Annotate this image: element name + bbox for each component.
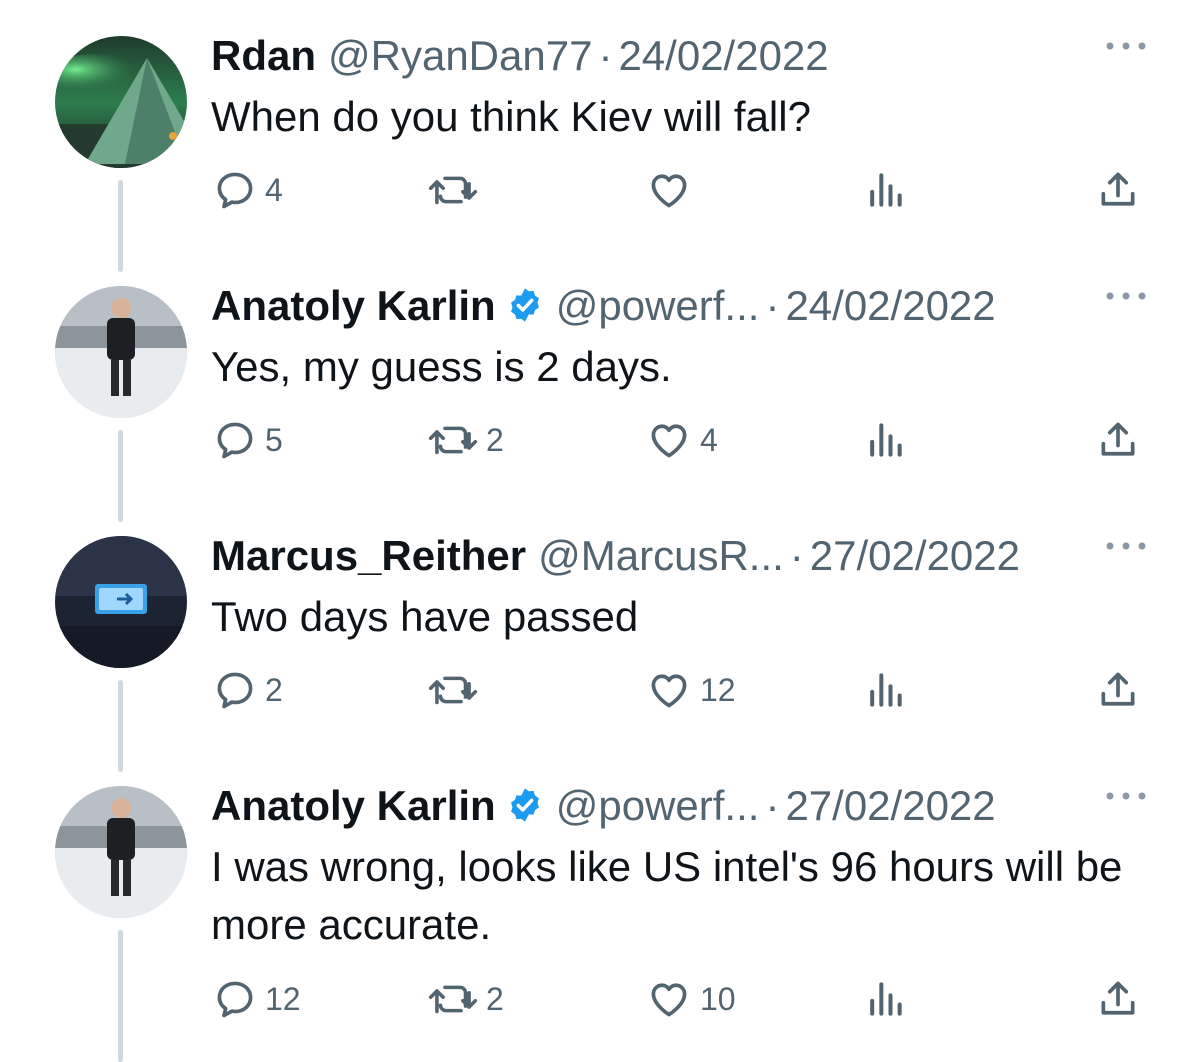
user-handle[interactable]: @powerf... <box>556 282 760 329</box>
tweet-header: Anatoly Karlin @powerf... · 27/02/2022 <box>211 780 996 832</box>
avatar[interactable] <box>55 786 187 918</box>
heart-icon <box>651 674 687 708</box>
share-button[interactable] <box>1096 165 1140 215</box>
tweet-date[interactable]: 27/02/2022 <box>785 782 995 829</box>
exit-sign-photo <box>55 536 187 668</box>
tweet-actions: 5 2 4 <box>0 415 1200 465</box>
more-icon[interactable] <box>1104 536 1148 556</box>
tweet-date[interactable]: 27/02/2022 <box>810 532 1020 579</box>
tweet-actions: 12 2 10 <box>0 974 1200 1024</box>
tweet-date[interactable]: 24/02/2022 <box>618 32 828 79</box>
retweet-count: 2 <box>486 421 504 458</box>
share-icon <box>1101 422 1135 456</box>
views-icon <box>870 173 902 207</box>
views-icon <box>870 423 902 457</box>
retweet-icon <box>428 176 478 205</box>
reply-icon <box>217 172 253 209</box>
reply-count: 4 <box>265 171 283 208</box>
more-icon[interactable] <box>1104 286 1148 306</box>
separator-dot: · <box>765 282 780 329</box>
avatar[interactable] <box>55 536 187 668</box>
reply-icon <box>217 981 253 1018</box>
display-name[interactable]: Marcus_Reither <box>211 532 526 579</box>
man-standing-in-snow-photo <box>55 786 187 918</box>
like-button[interactable] <box>646 165 700 215</box>
retweet-button[interactable] <box>428 165 486 215</box>
retweet-button[interactable]: 2 <box>428 415 504 465</box>
like-button[interactable]: 12 <box>646 665 736 715</box>
tweet-header: Rdan @RyanDan77 · 24/02/2022 <box>211 30 829 82</box>
reply-icon <box>217 672 253 709</box>
share-icon <box>1101 172 1135 206</box>
reply-button[interactable]: 2 <box>213 665 283 715</box>
separator-dot: · <box>789 532 804 579</box>
like-button[interactable]: 4 <box>646 415 718 465</box>
more-icon[interactable] <box>1104 786 1148 806</box>
heart-icon <box>651 174 687 208</box>
more-icon[interactable] <box>1104 36 1148 56</box>
views-button[interactable] <box>866 974 912 1024</box>
share-icon <box>1101 981 1135 1015</box>
like-count: 10 <box>700 980 736 1017</box>
share-button[interactable] <box>1096 415 1140 465</box>
tweet-text: When do you think Kiev will fall? <box>211 93 811 140</box>
tweet-header: Marcus_Reither @MarcusR... · 27/02/2022 <box>211 530 1020 582</box>
aurora-tent-photo <box>55 36 187 168</box>
heart-icon <box>651 424 687 458</box>
views-button[interactable] <box>866 665 912 715</box>
tweet-actions: 2 12 <box>0 665 1200 715</box>
retweet-button[interactable]: 2 <box>428 974 504 1024</box>
man-standing-in-snow-photo <box>55 286 187 418</box>
views-icon <box>870 982 902 1016</box>
reply-count: 5 <box>265 421 283 458</box>
views-icon <box>870 673 902 707</box>
retweet-count: 2 <box>486 980 504 1017</box>
verified-badge-icon[interactable] <box>506 786 544 824</box>
reply-button[interactable]: 5 <box>213 415 283 465</box>
retweet-icon <box>428 985 478 1014</box>
like-count: 12 <box>700 671 736 708</box>
separator-dot: · <box>598 32 613 79</box>
views-button[interactable] <box>866 165 912 215</box>
views-button[interactable] <box>866 415 912 465</box>
tweet-text: Two days have passed <box>211 593 639 640</box>
avatar[interactable] <box>55 36 187 168</box>
separator-dot: · <box>765 782 780 829</box>
heart-icon <box>651 983 687 1017</box>
like-count: 4 <box>700 421 718 458</box>
user-handle[interactable]: @MarcusR... <box>538 532 784 579</box>
like-button[interactable]: 10 <box>646 974 736 1024</box>
reply-button[interactable]: 4 <box>213 165 283 215</box>
display-name[interactable]: Anatoly Karlin <box>211 282 496 329</box>
retweet-icon <box>428 426 478 455</box>
reply-count: 2 <box>265 671 283 708</box>
tweet-text: Yes, my guess is 2 days. <box>211 343 672 390</box>
display-name[interactable]: Anatoly Karlin <box>211 782 496 829</box>
tweet-date[interactable]: 24/02/2022 <box>785 282 995 329</box>
avatar[interactable] <box>55 286 187 418</box>
reply-button[interactable]: 12 <box>213 974 301 1024</box>
verified-badge-icon[interactable] <box>506 286 544 324</box>
share-button[interactable] <box>1096 665 1140 715</box>
share-button[interactable] <box>1096 974 1140 1024</box>
display-name[interactable]: Rdan <box>211 32 316 79</box>
retweet-button[interactable] <box>428 665 486 715</box>
share-icon <box>1101 672 1135 706</box>
reply-icon <box>217 422 253 459</box>
tweet-text: I was wrong, looks like US intel's 96 ho… <box>211 843 1123 948</box>
user-handle[interactable]: @RyanDan77 <box>328 32 592 79</box>
retweet-icon <box>428 676 478 705</box>
tweet-header: Anatoly Karlin @powerf... · 24/02/2022 <box>211 280 996 332</box>
user-handle[interactable]: @powerf... <box>556 782 760 829</box>
reply-count: 12 <box>265 980 301 1017</box>
tweet-actions: 4 <box>0 165 1200 215</box>
